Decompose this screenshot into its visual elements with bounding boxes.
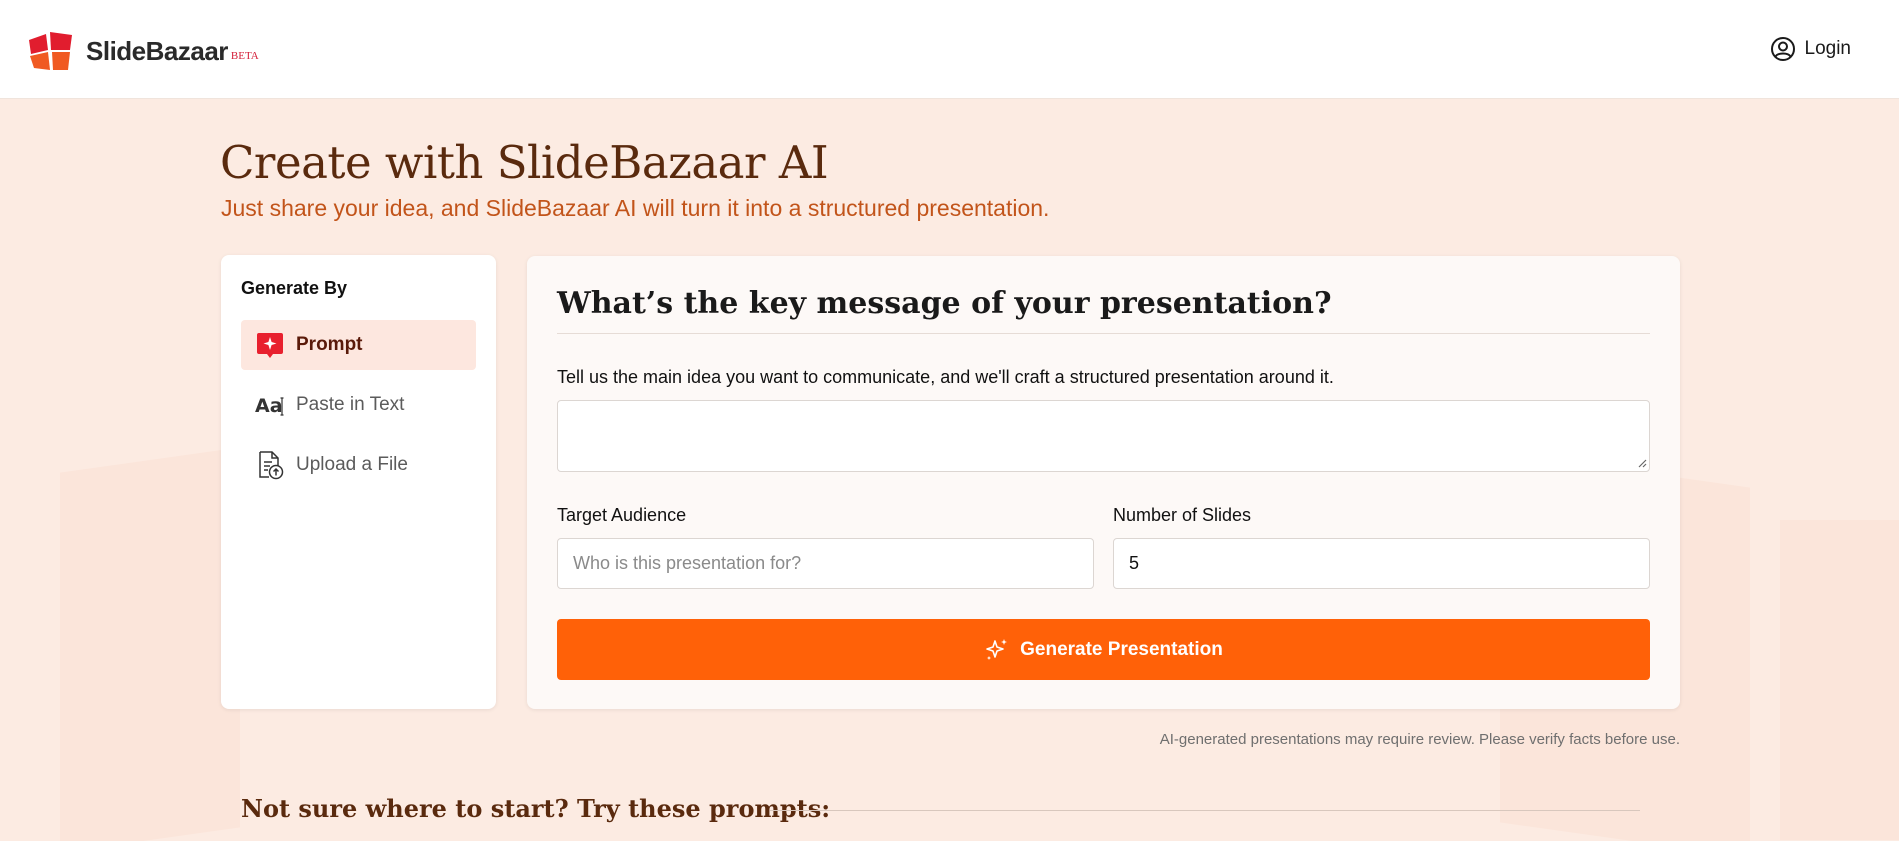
number-of-slides-label: Number of Slides — [1113, 505, 1252, 525]
file-upload-icon — [255, 450, 285, 480]
page-subtitle: Just share your idea, and SlideBazaar AI… — [221, 195, 1050, 221]
sparkle-chat-icon — [255, 330, 285, 360]
option-paste-text-label: Paste in Text — [296, 394, 405, 415]
sparkles-icon — [986, 638, 1008, 660]
form-title: What’s the key message of your presentat… — [557, 286, 1332, 321]
login-label: Login — [1804, 38, 1852, 59]
option-paste-text[interactable]: Aa Paste in Text — [241, 380, 476, 430]
option-upload-file-label: Upload a File — [296, 454, 408, 475]
target-audience-label: Target Audience — [557, 505, 687, 525]
prompt-form-card: What’s the key message of your presentat… — [527, 256, 1680, 709]
try-prompts-divider — [770, 810, 1640, 811]
background-decoration — [1780, 520, 1899, 840]
login-button[interactable]: Login — [1770, 36, 1852, 62]
option-prompt-label: Prompt — [296, 334, 363, 355]
svg-text:Aa: Aa — [255, 395, 283, 417]
page-title: Create with SlideBazaar AI — [220, 136, 829, 189]
text-aa-icon: Aa — [255, 390, 285, 420]
try-prompts-heading: Not sure where to start? Try these promp… — [241, 794, 831, 823]
form-description: Tell us the main idea you want to commun… — [557, 367, 1334, 387]
top-header: SlideBazaar BETA Login — [0, 0, 1899, 99]
idea-textarea[interactable] — [557, 400, 1650, 472]
brand-logo[interactable]: SlideBazaar BETA — [26, 30, 259, 72]
number-of-slides-input[interactable] — [1113, 538, 1650, 589]
generate-presentation-button[interactable]: Generate Presentation — [557, 619, 1650, 680]
form-divider — [557, 333, 1650, 334]
beta-badge: BETA — [230, 50, 259, 62]
slidebazaar-logo-icon — [29, 32, 72, 70]
user-circle-icon — [1770, 37, 1795, 61]
option-upload-file[interactable]: Upload a File — [241, 440, 476, 490]
generate-by-title: Generate By — [241, 278, 348, 298]
background-decoration — [60, 447, 240, 841]
generate-by-panel: Generate By Prompt Aa Paste in Text Uplo… — [221, 255, 496, 709]
ai-disclaimer: AI-generated presentations may require r… — [1159, 731, 1680, 748]
generate-presentation-label: Generate Presentation — [1020, 638, 1223, 660]
brand-name: SlideBazaar — [86, 35, 228, 66]
target-audience-input[interactable] — [557, 538, 1094, 589]
option-prompt[interactable]: Prompt — [241, 320, 476, 370]
resize-handle-icon[interactable] — [1637, 458, 1647, 468]
